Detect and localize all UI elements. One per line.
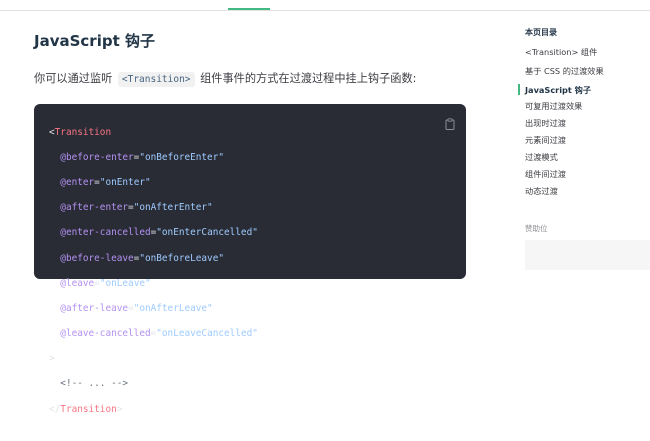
- outline-item-javascript-hooks[interactable]: JavaScript 钩子: [525, 84, 591, 96]
- sponsor-placeholder[interactable]: [525, 240, 650, 270]
- code-attr: @after-leave: [60, 302, 129, 314]
- code-attr: @leave-cancelled: [60, 328, 151, 340]
- code-line: @leave-cancelled="onLeaveCancelled": [60, 328, 258, 340]
- section-heading: JavaScript 钩子: [34, 32, 155, 50]
- code-string: "onAfterEnter": [133, 202, 213, 214]
- intro-text-after: 组件事件的方式在过渡过程中挂上钩子函数:: [196, 72, 417, 85]
- code-string: "onAfterLeave": [133, 302, 213, 314]
- outline-item-transition-component[interactable]: <Transition> 组件: [525, 46, 597, 58]
- copy-code-button[interactable]: [445, 115, 455, 130]
- intro-text-before: 你可以通过监听: [34, 72, 116, 85]
- code-string: "onBeforeEnter": [139, 151, 224, 163]
- outline-item-reusable-transitions[interactable]: 可复用过渡效果: [525, 100, 582, 112]
- code-line: @enter="onEnter": [60, 176, 151, 188]
- code-attr: @after-enter: [60, 202, 129, 214]
- code-attr: @before-leave: [60, 252, 134, 264]
- outline-title: 本页目录: [525, 28, 557, 37]
- active-tab-indicator: [228, 8, 270, 10]
- code-line: @after-leave="onAfterLeave": [60, 302, 213, 314]
- inline-code-transition: <Transition>: [117, 72, 195, 87]
- outline-item-appear-transition[interactable]: 出现时过渡: [525, 117, 566, 129]
- code-string: "onBeforeLeave": [139, 252, 224, 264]
- outline-item-transition-modes[interactable]: 过渡模式: [525, 151, 558, 163]
- code-line: @after-enter="onAfterEnter": [60, 202, 213, 214]
- outline-item-component-transitions[interactable]: 组件间过渡: [525, 168, 566, 180]
- code-attr: @leave: [60, 277, 95, 289]
- code-tag: Transition: [54, 126, 112, 138]
- code-tag: Transition: [60, 403, 117, 415]
- outline-item-dynamic-transitions[interactable]: 动态过渡: [525, 185, 558, 197]
- code-string: "onEnter": [99, 176, 151, 188]
- code-line: </Transition>: [49, 404, 258, 417]
- code-string: "onEnterCancelled": [156, 227, 258, 239]
- code-attr: @enter-cancelled: [60, 227, 151, 239]
- code-comment: <!-- ... -->: [60, 378, 129, 390]
- code-block: <Transition @before-enter="onBeforeEnter…: [34, 104, 466, 415]
- code-attr: @before-enter: [60, 151, 134, 163]
- sponsor-label: 赞助位: [525, 224, 548, 233]
- code-line: <!-- ... -->: [49, 378, 258, 391]
- clipboard-icon: [445, 118, 455, 130]
- code-line: >: [49, 353, 258, 366]
- code-string: "onLeave": [99, 277, 151, 289]
- code-lines: <Transition @before-enter="onBeforeEnter…: [49, 114, 258, 441]
- code-line: @leave="onLeave": [60, 277, 151, 289]
- page-outline-sidebar: 本页目录 <Transition> 组件 基于 CSS 的过渡效果 JavaSc…: [518, 0, 650, 270]
- outline-item-element-transitions[interactable]: 元素间过渡: [525, 134, 566, 146]
- code-line: @enter-cancelled="onEnterCancelled": [60, 227, 258, 239]
- code-string: "onLeaveCancelled": [156, 328, 258, 340]
- code-punct: </: [49, 403, 61, 415]
- code-line: @before-leave="onBeforeLeave": [60, 252, 224, 264]
- outline-active-marker: [518, 84, 520, 95]
- code-punct: >: [116, 403, 123, 415]
- code-punct: >: [49, 353, 55, 365]
- code-attr: @enter: [60, 176, 95, 188]
- outline-item-css-transitions[interactable]: 基于 CSS 的过渡效果: [525, 65, 604, 77]
- intro-paragraph: 你可以通过监听 <Transition> 组件事件的方式在过渡过程中挂上钩子函数…: [34, 71, 416, 88]
- code-line: @before-enter="onBeforeEnter": [60, 151, 224, 163]
- code-line: <Transition: [49, 127, 258, 140]
